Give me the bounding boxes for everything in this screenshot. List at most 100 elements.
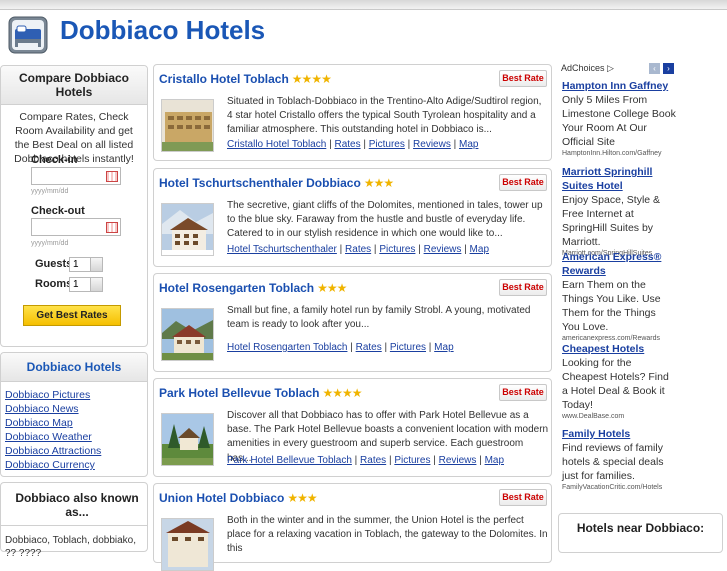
links-list: Dobbiaco Pictures Dobbiaco News Dobbiaco… xyxy=(1,382,147,478)
best-rate-button[interactable]: Best Rate xyxy=(499,174,547,191)
hotel-title[interactable]: Hotel Rosengarten Toblach ★★★ xyxy=(159,281,347,295)
chevron-left-icon[interactable]: ‹ xyxy=(649,63,660,74)
ads-panel: AdChoices ▷ ‹ › Hampton Inn Gaffney Only… xyxy=(559,61,677,507)
hotel-link-name[interactable]: Park Hotel Bellevue Toblach xyxy=(227,455,352,466)
hotel-link-map[interactable]: Map xyxy=(459,139,478,150)
adchoices-label[interactable]: AdChoices ▷ xyxy=(561,63,614,74)
ad-text: Only 5 Miles From Limestone College Book… xyxy=(562,94,676,148)
known-as-text: Dobbiaco, Toblach, dobbiako, ?? ???? xyxy=(5,535,137,559)
dobbiaco-links-panel: Dobbiaco Hotels Dobbiaco Pictures Dobbia… xyxy=(0,352,148,477)
hotel-link-pictures[interactable]: Pictures xyxy=(390,342,426,353)
star-rating-icon: ★★★ xyxy=(317,281,347,295)
ad-url[interactable]: HamptonInn.Hilton.com/Gaffney xyxy=(562,149,676,159)
rooms-value: 1 xyxy=(73,279,79,290)
hotel-link-map[interactable]: Map xyxy=(470,244,489,255)
ad-text: Find reviews of family hotels & special … xyxy=(562,442,664,482)
hotel-links: Hotel Rosengarten Toblach | Rates | Pict… xyxy=(227,342,454,353)
link-dobbiaco-news[interactable]: Dobbiaco News xyxy=(5,402,143,416)
hotel-card: Union Hotel Dobbiaco ★★★ Best Rate Both i… xyxy=(153,483,552,571)
hotel-link-map[interactable]: Map xyxy=(485,455,504,466)
best-rate-button[interactable]: Best Rate xyxy=(499,279,547,296)
known-as-panel: Dobbiaco also known as... Dobbiaco, Tobl… xyxy=(0,482,148,559)
hotel-name[interactable]: Union Hotel Dobbiaco xyxy=(159,491,284,505)
hotel-title[interactable]: Union Hotel Dobbiaco ★★★ xyxy=(159,491,318,505)
header: Dobbiaco Hotels xyxy=(0,10,727,58)
hotel-link-pictures[interactable]: Pictures xyxy=(394,455,430,466)
top-bar xyxy=(0,0,727,10)
link-dobbiaco-weather[interactable]: Dobbiaco Weather xyxy=(5,430,143,444)
hotel-name[interactable]: Park Hotel Bellevue Toblach xyxy=(159,386,320,400)
ad-title[interactable]: Hampton Inn Gaffney xyxy=(562,79,676,93)
hotel-links: Hotel Tschurtschenthaler | Rates | Pictu… xyxy=(227,244,489,255)
guests-value: 1 xyxy=(73,259,79,270)
ad-text: Looking for the Cheapest Hotels? Find a … xyxy=(562,357,669,411)
site-title[interactable]: Dobbiaco Hotels xyxy=(60,15,265,46)
star-rating-icon: ★★★ xyxy=(363,176,394,190)
hotel-photo[interactable] xyxy=(161,413,214,466)
link-dobbiaco-attractions[interactable]: Dobbiaco Attractions xyxy=(5,444,143,458)
hotel-link-reviews[interactable]: Reviews xyxy=(439,455,477,466)
hotel-link-rates[interactable]: Rates xyxy=(334,139,360,150)
ad-title[interactable]: Marriott Springhill Suites Hotel xyxy=(562,165,676,193)
best-rate-button[interactable]: Best Rate xyxy=(499,70,547,87)
hotel-photo[interactable] xyxy=(161,203,214,256)
best-rate-button[interactable]: Best Rate xyxy=(499,489,547,506)
hotel-title[interactable]: Cristallo Hotel Toblach ★★★★ xyxy=(159,72,332,86)
ad-item[interactable]: Hampton Inn Gaffney Only 5 Miles From Li… xyxy=(562,79,676,159)
calendar-icon[interactable] xyxy=(106,171,118,182)
hotel-link-reviews[interactable]: Reviews xyxy=(413,139,451,150)
ad-url[interactable]: FamilyVacationCritic.com/Hotels xyxy=(562,483,676,493)
star-rating-icon: ★★★★ xyxy=(291,72,332,86)
chevron-down-icon[interactable] xyxy=(90,258,102,271)
hotel-title[interactable]: Hotel Tschurtschenthaler Dobbiaco ★★★ xyxy=(159,176,394,190)
calendar-icon[interactable] xyxy=(106,222,118,233)
checkin-date-hint: yyyy/mm/dd xyxy=(31,188,69,195)
link-dobbiaco-pictures[interactable]: Dobbiaco Pictures xyxy=(5,388,143,402)
hotel-link-name[interactable]: Hotel Rosengarten Toblach xyxy=(227,342,347,353)
chevron-down-icon[interactable] xyxy=(90,278,102,291)
hotel-bed-icon[interactable] xyxy=(8,16,48,54)
best-rate-button[interactable]: Best Rate xyxy=(499,384,547,401)
hotel-links: Park Hotel Bellevue Toblach | Rates | Pi… xyxy=(227,455,505,466)
hotel-link-rates[interactable]: Rates xyxy=(345,244,371,255)
hotel-photo[interactable] xyxy=(161,99,214,152)
hotel-description: Both in the winter and in the summer, th… xyxy=(227,515,548,555)
ad-item[interactable]: Family Hotels Find reviews of family hot… xyxy=(562,427,676,493)
star-rating-icon: ★★★★ xyxy=(322,386,363,400)
rooms-select[interactable]: 1 xyxy=(69,277,103,292)
hotel-link-rates[interactable]: Rates xyxy=(356,342,382,353)
compare-heading: Compare Dobbiaco Hotels xyxy=(1,66,147,105)
guests-select[interactable]: 1 xyxy=(69,257,103,272)
compare-panel: Compare Dobbiaco Hotels Compare Rates, C… xyxy=(0,65,148,347)
checkout-field[interactable] xyxy=(31,218,121,236)
hotel-name[interactable]: Cristallo Hotel Toblach xyxy=(159,72,289,86)
hotel-link-pictures[interactable]: Pictures xyxy=(369,139,405,150)
link-dobbiaco-currency[interactable]: Dobbiaco Currency xyxy=(5,458,143,472)
get-best-rates-button[interactable]: Get Best Rates xyxy=(23,305,121,326)
chevron-right-icon[interactable]: › xyxy=(663,63,674,74)
ad-title[interactable]: Family Hotels xyxy=(562,427,676,441)
hotel-link-rates[interactable]: Rates xyxy=(360,455,386,466)
hotel-link-name[interactable]: Cristallo Hotel Toblach xyxy=(227,139,326,150)
ad-item[interactable]: American Express® Rewards Earn Them on t… xyxy=(562,250,676,344)
hotel-link-reviews[interactable]: Reviews xyxy=(424,244,462,255)
hotel-name[interactable]: Hotel Rosengarten Toblach xyxy=(159,281,314,295)
hotel-card: Park Hotel Bellevue Toblach ★★★★ Best Rat… xyxy=(153,378,552,477)
ad-text: Earn Them on the Things You Like. Use Th… xyxy=(562,279,661,333)
hotel-title[interactable]: Park Hotel Bellevue Toblach ★★★★ xyxy=(159,386,363,400)
ad-item[interactable]: Cheapest Hotels Looking for the Cheapest… xyxy=(562,342,676,422)
rooms-label: Rooms xyxy=(35,278,73,290)
ad-url[interactable]: www.DealBase.com xyxy=(562,412,676,422)
checkout-date-hint: yyyy/mm/dd xyxy=(31,240,69,247)
hotel-name[interactable]: Hotel Tschurtschenthaler Dobbiaco xyxy=(159,176,361,190)
hotel-link-name[interactable]: Hotel Tschurtschenthaler xyxy=(227,244,337,255)
hotel-link-pictures[interactable]: Pictures xyxy=(379,244,415,255)
checkin-label: Check-in xyxy=(31,154,78,166)
ad-item[interactable]: Marriott Springhill Suites Hotel Enjoy S… xyxy=(562,165,676,259)
link-dobbiaco-map[interactable]: Dobbiaco Map xyxy=(5,416,143,430)
ad-title[interactable]: Cheapest Hotels xyxy=(562,342,676,356)
ad-title[interactable]: American Express® Rewards xyxy=(562,250,676,278)
checkin-field[interactable] xyxy=(31,167,121,185)
hotel-link-map[interactable]: Map xyxy=(434,342,453,353)
hotel-photo[interactable] xyxy=(161,308,214,361)
